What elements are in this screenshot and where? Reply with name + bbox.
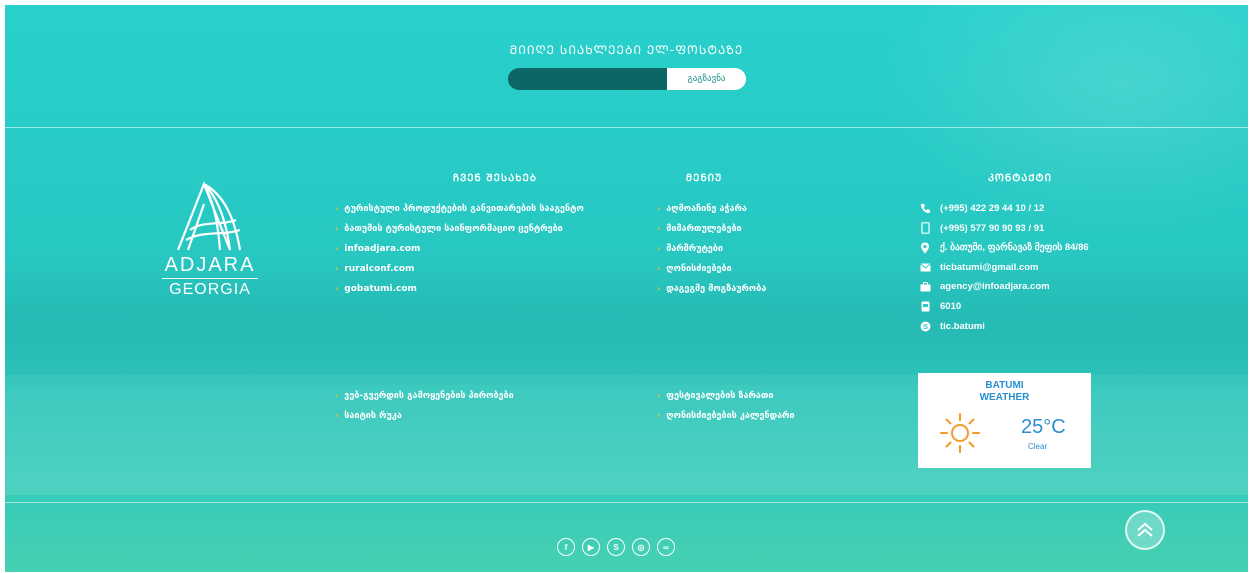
- location-icon: [919, 242, 931, 254]
- chevron-right-icon: ›: [335, 411, 339, 420]
- subscribe-title: ᲛᲘᲘᲦᲔ ᲡᲘᲐᲮᲚᲔᲔᲑᲘ ᲔᲚ-ᲤᲝᲡᲢᲐᲖᲔ: [509, 43, 744, 57]
- subscribe-email-input[interactable]: [508, 68, 667, 90]
- contact-column-title: ᲙᲝᲜᲢᲐᲥᲢᲘ: [987, 173, 1053, 184]
- chevron-right-icon: ›: [335, 224, 339, 233]
- sitemap-link[interactable]: › საიტის რუკა: [335, 406, 514, 426]
- weather-city: BATUMI: [985, 380, 1024, 391]
- festival-map-link[interactable]: › ფესტივალების ზარათი: [657, 386, 795, 406]
- weather-temperature: 25°C: [1021, 416, 1066, 438]
- menu-link[interactable]: › მიმართულებები: [657, 219, 766, 239]
- subscribe-send-button[interactable]: გაგზავნა: [667, 68, 746, 90]
- briefcase-icon: [919, 281, 931, 293]
- chevron-right-icon: ›: [657, 411, 661, 420]
- chevron-right-icon: ›: [657, 224, 661, 233]
- chevron-right-icon: ›: [657, 391, 661, 400]
- subscribe-form: გაგზავნა: [508, 68, 746, 90]
- grass-backdrop: [5, 502, 1248, 572]
- social-links: f ▶ S ◎ ∞: [557, 538, 675, 556]
- contact-address[interactable]: ქ. ბათუმი, ფარნავაზ მეფის 84/86: [919, 238, 1089, 258]
- menu-secondary-links: › ფესტივალების ზარათი › ღონისძიებების კალე…: [657, 386, 795, 426]
- menu-links-list: › აღმოაჩინე აჭარა › მიმართულებები › მარშრუტ…: [657, 199, 766, 299]
- about-link[interactable]: › gobatumi.com: [335, 279, 584, 299]
- contact-list: (+995) 422 29 44 10 / 12 (+995) 577 90 9…: [919, 199, 1089, 336]
- about-column-title: ᲩᲕᲔᲜ ᲨᲔᲡᲐᲮᲔᲑ: [452, 173, 538, 184]
- about-secondary-links: › ვებ-გვერდის გამოყენების პირობები › საიტი…: [335, 386, 514, 426]
- about-link[interactable]: › infoadjara.com: [335, 239, 584, 259]
- about-link[interactable]: › ბათუმის ტურისტული საინფორმაციო ცენტრები: [335, 219, 584, 239]
- contact-phone[interactable]: (+995) 422 29 44 10 / 12: [919, 199, 1089, 219]
- site-footer: ᲛᲘᲘᲦᲔ ᲡᲘᲐᲮᲚᲔᲔᲑᲘ ᲔᲚ-ᲤᲝᲡᲢᲐᲖᲔ გაგზავნა ADJA…: [5, 5, 1248, 572]
- logo-text-georgia: GEORGIA: [169, 281, 251, 298]
- skype-icon: S: [919, 320, 931, 332]
- tripadvisor-icon[interactable]: ∞: [657, 538, 675, 556]
- facebook-icon[interactable]: f: [557, 538, 575, 556]
- weather-widget[interactable]: BATUMI WEATHER 25°C Clear: [918, 373, 1091, 468]
- chevron-right-icon: ›: [335, 244, 339, 253]
- back-to-top-button[interactable]: [1125, 510, 1165, 550]
- mail-icon: [919, 262, 931, 274]
- skype-icon[interactable]: S: [607, 538, 625, 556]
- contact-agency-email[interactable]: agency@infoadjara.com: [919, 277, 1089, 297]
- chevron-right-icon: ›: [335, 264, 339, 273]
- chevron-right-icon: ›: [335, 391, 339, 400]
- chevron-right-icon: ›: [335, 204, 339, 213]
- about-links-list: › ტურისტული პროდუქტების განვითარების სააგ…: [335, 199, 584, 299]
- sun-icon: [940, 413, 980, 453]
- instagram-icon[interactable]: ◎: [632, 538, 650, 556]
- menu-link[interactable]: › მარშრუტები: [657, 239, 766, 259]
- logo-text-adjara: ADJARA: [164, 254, 256, 276]
- contact-postcode: 6010: [919, 297, 1089, 317]
- weather-condition: Clear: [1028, 442, 1048, 451]
- chevron-right-icon: ›: [335, 284, 339, 293]
- contact-skype[interactable]: S tic.batumi: [919, 317, 1089, 337]
- about-link[interactable]: › ruralconf.com: [335, 259, 584, 279]
- chevron-right-icon: ›: [657, 244, 661, 253]
- chevron-right-icon: ›: [657, 204, 661, 213]
- menu-link[interactable]: › ღონისძიებები: [657, 259, 766, 279]
- svg-text:S: S: [922, 322, 927, 331]
- logo-divider: [162, 278, 258, 279]
- terms-link[interactable]: › ვებ-გვერდის გამოყენების პირობები: [335, 386, 514, 406]
- about-link[interactable]: › ტურისტული პროდუქტების განვითარების სააგ…: [335, 199, 584, 219]
- chevron-right-icon: ›: [657, 264, 661, 273]
- youtube-icon[interactable]: ▶: [582, 538, 600, 556]
- chevron-double-up-icon: [1137, 522, 1153, 537]
- phone-icon: [919, 203, 931, 215]
- divider-bottom: [5, 502, 1248, 503]
- menu-link[interactable]: › დაგეგმე მოგზაურობა: [657, 279, 766, 299]
- chevron-right-icon: ›: [657, 284, 661, 293]
- weather-label: WEATHER: [979, 392, 1030, 403]
- menu-link[interactable]: › აღმოაჩინე აჭარა: [657, 199, 766, 219]
- contact-mobile[interactable]: (+995) 577 90 90 93 / 91: [919, 219, 1089, 239]
- contact-email[interactable]: ticbatumi@gmail.com: [919, 258, 1089, 278]
- adjara-georgia-logo[interactable]: ADJARA GEORGIA: [155, 180, 265, 300]
- divider-top: [5, 127, 1248, 128]
- logo-emblem-icon: [176, 180, 242, 251]
- menu-column-title: ᲛᲔᲜᲘᲣ: [685, 173, 723, 184]
- events-calendar-link[interactable]: › ღონისძიებების კალენდარი: [657, 406, 795, 426]
- mobile-icon: [919, 222, 931, 235]
- mailbox-icon: [919, 301, 931, 313]
